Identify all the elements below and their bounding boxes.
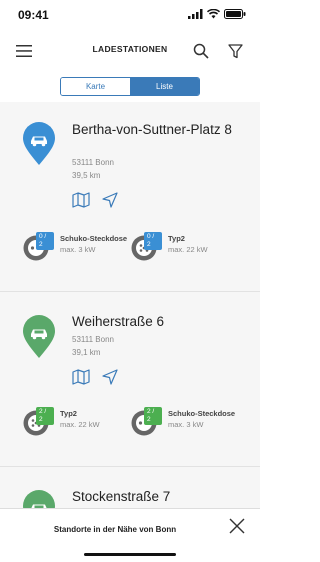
station-pin-icon (23, 315, 55, 358)
navigate-icon[interactable] (102, 192, 118, 208)
station-name: Stockenstraße 7 (72, 489, 171, 504)
connector-power: max. 3 kW (168, 420, 204, 429)
battery-icon (224, 9, 246, 19)
station-distance: 39,5 km (72, 171, 101, 180)
search-icon[interactable] (189, 39, 213, 63)
station-pin-icon (23, 490, 55, 508)
map-icon[interactable] (72, 192, 90, 208)
station-pin-icon (23, 122, 55, 165)
home-indicator (84, 553, 176, 556)
availability-badge: 0 / 2 (36, 232, 54, 250)
connector-item: 2 / 2 Schuko-Steckdose max. 3 kW (130, 407, 235, 439)
station-city: 53111 Bonn (72, 335, 114, 344)
station-card[interactable]: Bertha-von-Suttner-Platz 8 53111 Bonn 39… (0, 102, 260, 292)
station-distance: 39,1 km (72, 348, 101, 357)
connector-type: Typ2 (168, 234, 185, 243)
bottom-sheet-title: Standorte in der Nähe von Bonn (53, 525, 177, 534)
station-name: Weiherstraße 6 (72, 314, 165, 329)
top-bar: LADESTATIONEN (0, 30, 260, 72)
connector-power: max. 22 kW (168, 245, 208, 254)
station-city: 53111 Bonn (72, 158, 114, 167)
map-icon[interactable] (72, 369, 90, 385)
navigate-icon[interactable] (102, 369, 118, 385)
connector-item: 0 / 2 Schuko-Steckdose max. 3 kW (22, 232, 127, 264)
connector-item: 2 / 2 Typ2 max. 22 kW (22, 407, 100, 439)
station-card[interactable]: Weiherstraße 6 53111 Bonn 39,1 km 2 / 2 … (0, 293, 260, 467)
connector-type: Schuko-Steckdose (60, 234, 128, 243)
status-bar: 09:41 (0, 0, 260, 30)
availability-badge: 2 / 2 (144, 407, 162, 425)
status-icons (188, 9, 246, 19)
view-toggle: Karte Liste (60, 77, 200, 96)
tab-karte[interactable]: Karte (61, 78, 130, 95)
wifi-icon (207, 9, 220, 19)
station-name: Bertha-von-Suttner-Platz 8 (72, 122, 232, 137)
connector-type: Schuko-Steckdose (168, 409, 236, 418)
connector-power: max. 3 kW (60, 245, 96, 254)
page-title: LADESTATIONEN (92, 44, 168, 54)
connector-power: max. 22 kW (60, 420, 100, 429)
filter-icon[interactable] (223, 39, 247, 63)
station-card[interactable]: Stockenstraße 7 (0, 468, 260, 508)
connector-item: 0 / 2 Typ2 max. 22 kW (130, 232, 208, 264)
tab-liste[interactable]: Liste (130, 78, 199, 95)
availability-badge: 0 / 2 (144, 232, 162, 250)
station-list[interactable]: Bertha-von-Suttner-Platz 8 53111 Bonn 39… (0, 102, 260, 508)
connector-type: Typ2 (60, 409, 77, 418)
close-icon[interactable] (228, 517, 246, 535)
status-time: 09:41 (18, 8, 49, 22)
availability-badge: 2 / 2 (36, 407, 54, 425)
signal-icon (188, 9, 203, 19)
